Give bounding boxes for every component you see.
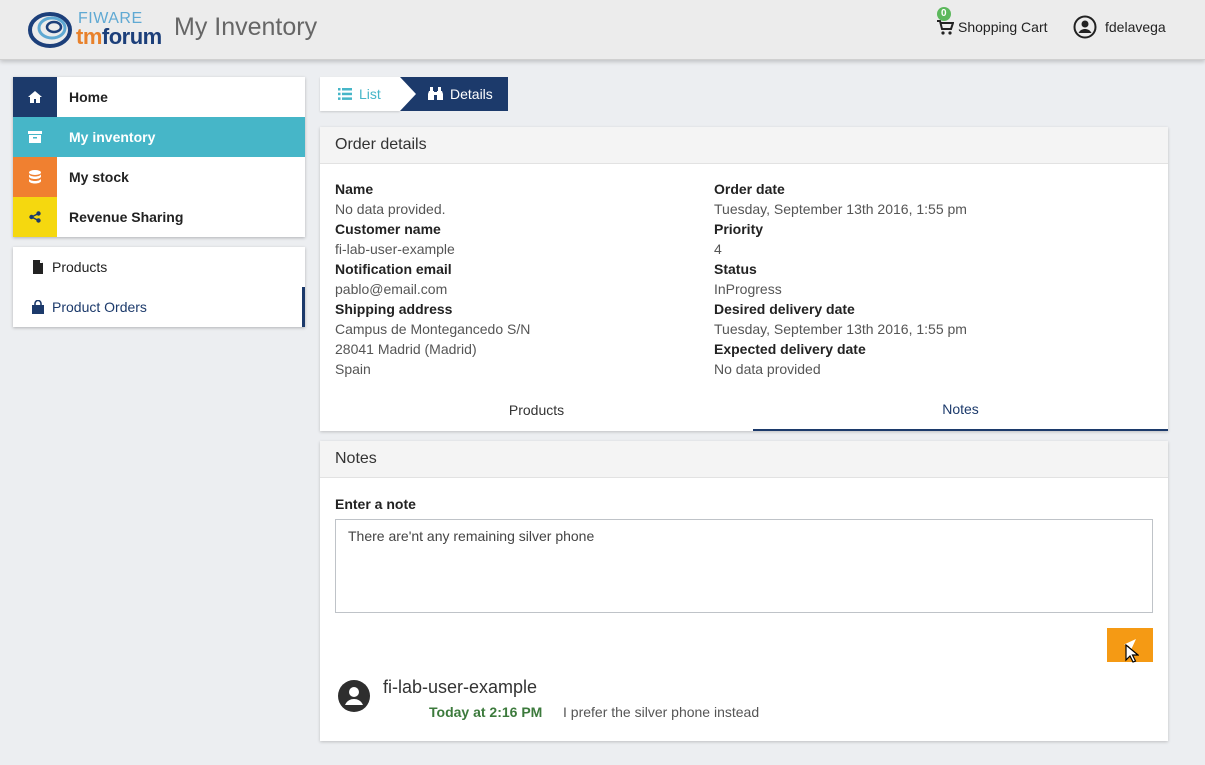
expected-delivery-date-value: No data provided <box>714 361 821 377</box>
tab-notes[interactable]: Notes <box>753 389 1168 431</box>
order-details-left-column: Name No data provided. Customer name fi-… <box>335 179 530 379</box>
name-label: Name <box>335 181 374 197</box>
note-timestamp: Today at 2:16 PM <box>429 704 543 720</box>
sidebar-subitem-product-orders[interactable]: Product Orders <box>13 287 305 327</box>
desired-delivery-date-label: Desired delivery date <box>714 301 855 317</box>
home-icon <box>13 77 57 117</box>
order-details-title: Order details <box>320 127 1168 164</box>
cart-label: Shopping Cart <box>958 19 1048 35</box>
sidebar-item-my-inventory[interactable]: My inventory <box>13 117 305 157</box>
logo-tm-part: tm <box>76 24 102 49</box>
notes-panel: Notes Enter a note There are'nt any rema… <box>320 441 1168 741</box>
notification-email-label: Notification email <box>335 261 452 277</box>
note-text: I prefer the silver phone instead <box>563 704 760 720</box>
shopping-cart-link[interactable]: 0 Shopping Cart <box>936 7 1048 36</box>
order-date-value: Tuesday, September 13th 2016, 1:55 pm <box>714 201 967 217</box>
note-input[interactable]: There are'nt any remaining silver phone <box>335 519 1153 613</box>
avatar <box>338 680 370 712</box>
sidebar-item-revenue-sharing[interactable]: Revenue Sharing <box>13 197 305 237</box>
archive-icon <box>13 117 57 157</box>
database-icon <box>13 157 57 197</box>
order-date-label: Order date <box>714 181 785 197</box>
shipping-address-line1: Campus de Montegancedo S/N <box>335 321 531 337</box>
sidebar-main-nav: Home My inventory My stock Revenue Shari… <box>13 77 305 237</box>
binoculars-icon <box>428 87 443 100</box>
shipping-address-line3: Spain <box>335 361 371 377</box>
user-menu[interactable]: fdelavega <box>1073 15 1166 39</box>
shipping-address-label: Shipping address <box>335 301 453 317</box>
send-note-button[interactable] <box>1107 628 1153 662</box>
share-icon <box>13 197 57 237</box>
username: fdelavega <box>1105 19 1166 35</box>
status-label: Status <box>714 261 757 277</box>
notes-title: Notes <box>320 441 1168 478</box>
top-header: FIWARE tmforum My Inventory 0 Shopping C… <box>0 0 1205 60</box>
sidebar-subitem-label: Products <box>52 259 108 275</box>
breadcrumb-details-label: Details <box>450 86 493 102</box>
priority-label: Priority <box>714 221 764 237</box>
sidebar-item-label: My inventory <box>69 129 156 145</box>
breadcrumb-list[interactable]: List <box>320 77 416 111</box>
note-input-label: Enter a note <box>335 496 416 512</box>
sidebar-subitem-label: Product Orders <box>52 299 147 315</box>
sidebar-item-label: My stock <box>69 169 129 185</box>
sidebar-item-label: Revenue Sharing <box>69 209 184 225</box>
breadcrumb-arrow <box>400 77 416 111</box>
breadcrumb-list-label: List <box>359 86 381 102</box>
file-icon <box>33 260 43 274</box>
note-author: fi-lab-user-example <box>383 677 538 697</box>
fiware-tmforum-logo[interactable]: FIWARE tmforum <box>28 8 168 50</box>
sidebar-item-label: Home <box>69 89 108 105</box>
shopping-bag-icon <box>32 300 44 314</box>
breadcrumb-details[interactable]: Details <box>400 77 508 111</box>
tab-products[interactable]: Products <box>320 389 753 431</box>
sidebar-subitem-products[interactable]: Products <box>13 247 305 287</box>
desired-delivery-date-value: Tuesday, September 13th 2016, 1:55 pm <box>714 321 967 337</box>
user-circle-icon <box>1073 15 1097 39</box>
order-tabs: Products Notes <box>320 389 1168 431</box>
sidebar-sub-nav: Products Product Orders <box>13 247 305 327</box>
page-title: My Inventory <box>174 13 318 41</box>
expected-delivery-date-label: Expected delivery date <box>714 341 866 357</box>
cart-count-badge: 0 <box>937 7 951 21</box>
status-value: InProgress <box>714 281 782 297</box>
logo-tmforum-text: tmforum <box>76 24 162 50</box>
customer-name-value: fi-lab-user-example <box>335 241 455 257</box>
breadcrumb: List Details <box>320 77 508 111</box>
notification-email-value: pablo@email.com <box>335 281 448 297</box>
sidebar-item-my-stock[interactable]: My stock <box>13 157 305 197</box>
paper-plane-icon <box>1124 639 1136 651</box>
logo-forum-part: forum <box>101 24 162 49</box>
sidebar-item-home[interactable]: Home <box>13 77 305 117</box>
customer-name-label: Customer name <box>335 221 441 237</box>
shipping-address-line2: 28041 Madrid (Madrid) <box>335 341 477 357</box>
order-details-panel: Order details Name No data provided. Cus… <box>320 127 1168 431</box>
name-value: No data provided. <box>335 201 446 217</box>
order-details-right-column: Order date Tuesday, September 13th 2016,… <box>714 179 967 379</box>
list-icon <box>338 88 352 100</box>
priority-value: 4 <box>714 241 722 257</box>
note-entry: fi-lab-user-example Today at 2:16 PM I p… <box>337 677 1137 737</box>
